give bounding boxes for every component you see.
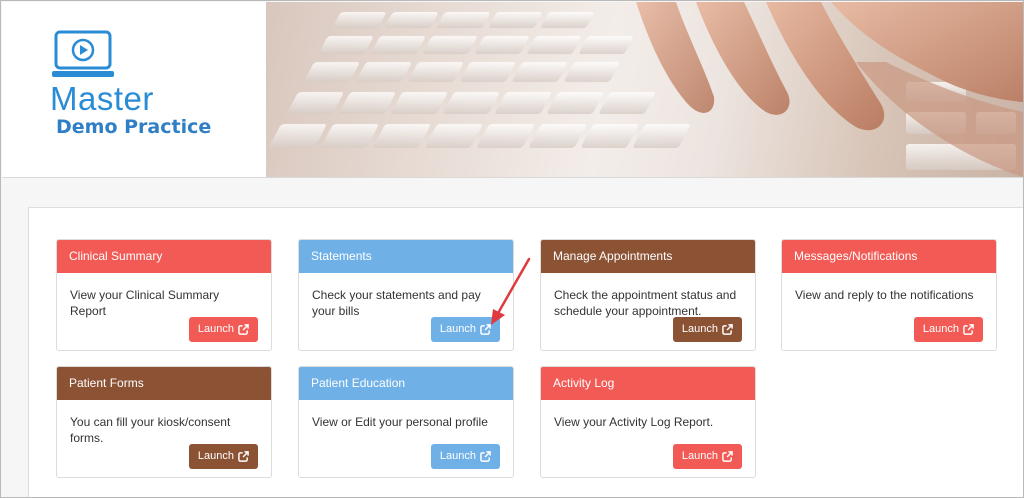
external-link-icon (480, 451, 491, 462)
launch-label: Launch (197, 450, 234, 462)
card-patient-education: Patient Education View or Edit your pers… (298, 366, 514, 478)
card-description: You can fill your kiosk/consent forms. (70, 415, 231, 445)
app-window: Master Demo Practice Clinical Summary Vi… (0, 0, 1024, 498)
launch-label: Launch (681, 323, 718, 335)
card-title: Activity Log (541, 367, 755, 400)
card-title: Clinical Summary (57, 240, 271, 273)
launch-messages-notifications-button[interactable]: Launch (913, 317, 983, 342)
external-link-icon (963, 324, 974, 335)
external-link-icon (722, 451, 733, 462)
launch-patient-forms-button[interactable]: Launch (188, 444, 258, 469)
launch-label: Launch (922, 323, 959, 335)
launch-label: Launch (439, 450, 476, 462)
launch-manage-appointments-button[interactable]: Launch (672, 317, 742, 342)
external-link-icon (722, 324, 733, 335)
launch-patient-education-button[interactable]: Launch (430, 444, 500, 469)
dashboard-panel: Clinical Summary View your Clinical Summ… (28, 207, 1023, 497)
card-title: Patient Forms (57, 367, 271, 400)
card-activity-log: Activity Log View your Activity Log Repo… (540, 366, 756, 478)
header-divider (2, 177, 1023, 178)
keyboard-hands-illustration (269, 2, 1023, 177)
card-description: View your Clinical Summary Report (70, 288, 220, 318)
card-description: View and reply to the notifications (795, 288, 974, 302)
logo-title: Master (50, 80, 154, 117)
external-link-icon (238, 451, 249, 462)
header-banner-image (266, 2, 1023, 177)
annotation-arrow-icon (491, 257, 531, 325)
card-manage-appointments: Manage Appointments Check the appointmen… (540, 239, 756, 351)
launch-activity-log-button[interactable]: Launch (672, 444, 742, 469)
launch-label: Launch (197, 323, 234, 335)
card-title: Manage Appointments (541, 240, 755, 273)
card-title: Messages/Notifications (782, 240, 996, 273)
card-clinical-summary: Clinical Summary View your Clinical Summ… (56, 239, 272, 351)
logo-subtitle: Demo Practice (56, 116, 212, 138)
laptop-play-icon (52, 30, 114, 77)
practice-logo[interactable]: Master Demo Practice (40, 2, 266, 177)
card-patient-forms: Patient Forms You can fill your kiosk/co… (56, 366, 272, 478)
page-header: Master Demo Practice (2, 2, 1023, 177)
card-description: View or Edit your personal profile (312, 415, 488, 429)
launch-label: Launch (439, 323, 476, 335)
card-description: View your Activity Log Report. (554, 415, 714, 429)
launch-label: Launch (681, 450, 718, 462)
card-messages-notifications: Messages/Notifications View and reply to… (781, 239, 997, 351)
card-description: Check the appointment status and schedul… (554, 288, 737, 318)
card-title: Patient Education (299, 367, 513, 400)
external-link-icon (238, 324, 249, 335)
launch-clinical-summary-button[interactable]: Launch (188, 317, 258, 342)
